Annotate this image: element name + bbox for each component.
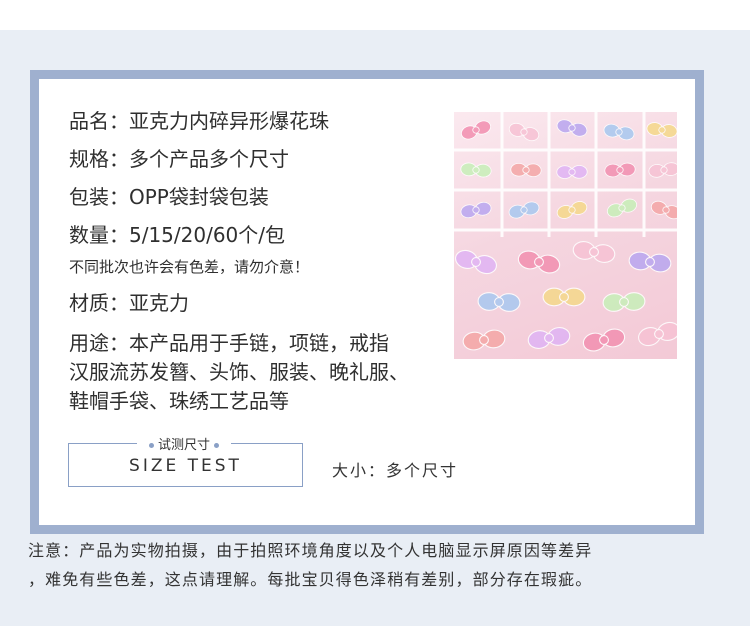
size-test-area: 试测尺寸 SIZE TEST 大小：多个尺寸 (68, 434, 508, 495)
product-info-card: 品名：亚克力内碎异形爆花珠 规格：多个产品多个尺寸 包装：OPP袋封袋包装 数量… (30, 70, 704, 534)
bow-bead-icon (606, 198, 638, 218)
spec-material: 材质：亚克力 (69, 291, 189, 315)
bow-bead-icon (638, 321, 677, 347)
bow-bead-icon (508, 122, 540, 142)
bow-bead-icon (650, 200, 677, 220)
bow-bead-icon (602, 292, 646, 312)
usage-line-3: 鞋帽手袋、珠绣工艺品等 (69, 389, 289, 413)
bow-bead-icon (603, 123, 635, 141)
bow-bead-icon (572, 241, 616, 263)
bow-bead-icon (460, 162, 492, 178)
dot-left-icon (149, 443, 154, 448)
bow-bead-icon (556, 165, 588, 179)
bow-bead-icon (510, 162, 542, 178)
bow-bead-icon (542, 287, 586, 307)
bow-bead-icon (460, 201, 492, 219)
bow-bead-icon (556, 201, 588, 219)
bow-bead-icon (461, 120, 491, 140)
spec-usage: 用途：本产品用于手链，项链，戒指 汉服流苏发簪、头饰、服装、晚礼服、 鞋帽手袋、… (69, 329, 449, 416)
bow-bead-icon (646, 122, 677, 138)
note-line-1: 注意：产品为实物拍摄，由于拍照环境角度以及个人电脑显示屏原因等差异 (28, 541, 593, 560)
size-test-box: 试测尺寸 SIZE TEST (68, 434, 303, 487)
bow-bead-icon (477, 292, 521, 312)
bow-bead-icon (527, 327, 571, 349)
bow-bead-icon (628, 251, 672, 273)
bow-bead-icon (556, 119, 588, 137)
spec-size: 规格：多个产品多个尺寸 (69, 147, 289, 171)
size-test-caption: 试测尺寸 (137, 434, 232, 453)
product-photo (454, 112, 677, 359)
disclaimer-note: 注意：产品为实物拍摄，由于拍照环境角度以及个人电脑显示屏原因等差异 ，难免有些色… (28, 536, 728, 594)
top-white-band (0, 0, 750, 30)
size-test-caption-text: 试测尺寸 (158, 438, 211, 453)
usage-line-2: 汉服流苏发簪、头饰、服装、晚礼服、 (69, 360, 409, 384)
spec-list: 品名：亚克力内碎异形爆花珠 规格：多个产品多个尺寸 包装：OPP袋封袋包装 数量… (69, 111, 449, 416)
spec-color-note: 不同批次也许会有色差，请勿介意！ (69, 258, 310, 276)
size-test-text: SIZE TEST (129, 456, 242, 476)
bow-bead-icon (508, 201, 540, 219)
spec-package: 包装：OPP袋封袋包装 (69, 185, 269, 209)
bow-bead-icon (517, 250, 561, 274)
bow-bead-icon (604, 162, 636, 178)
bow-bead-icon (455, 249, 497, 275)
bow-bead-icon (582, 328, 626, 352)
bow-bead-icon (462, 329, 506, 351)
bow-beads-illustration (454, 112, 677, 352)
dot-right-icon (214, 443, 220, 448)
spec-quantity: 数量：5/15/20/60个/包 (69, 223, 286, 247)
size-label: 大小：多个尺寸 (332, 461, 459, 480)
bow-bead-icon (648, 162, 677, 178)
note-line-2: ，难免有些色差，这点请理解。每批宝贝得色泽稍有差别，部分存在瑕疵。 (28, 570, 593, 589)
spec-name: 品名：亚克力内碎异形爆花珠 (69, 109, 329, 133)
usage-line-1: 用途：本产品用于手链，项链，戒指 (69, 331, 389, 355)
